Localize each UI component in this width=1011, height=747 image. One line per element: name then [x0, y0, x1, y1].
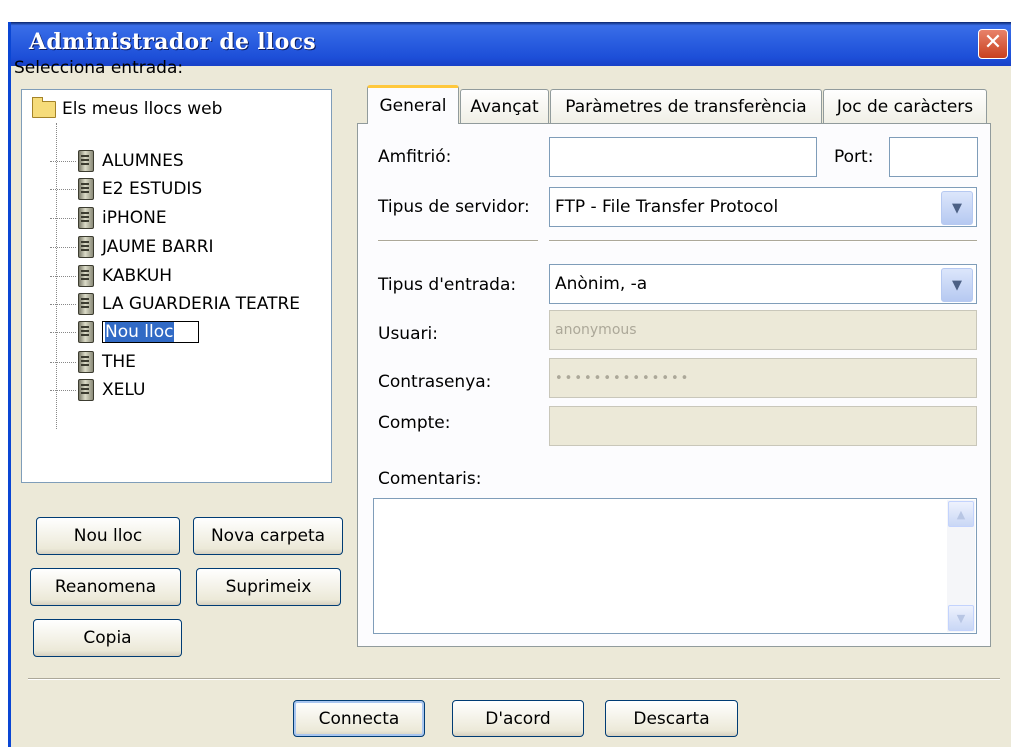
tab-charset[interactable]: Joc de caràcters	[823, 89, 987, 123]
password-label: Contrasenya:	[378, 372, 492, 392]
tree-item-e2-estudis[interactable]: E2 ESTUDIS	[50, 177, 202, 201]
tree-item-the[interactable]: THE	[50, 350, 136, 374]
account-label: Compte:	[378, 413, 451, 433]
tree-item-label: Nou lloc	[105, 322, 174, 342]
folder-open-icon	[32, 96, 56, 118]
chevron-down-icon[interactable]: ▼	[941, 268, 973, 302]
server-icon	[78, 207, 94, 229]
tree-item-la-guarderia-teatre[interactable]: LA GUARDERIA TEATRE	[50, 292, 300, 316]
server-icon	[78, 321, 94, 343]
cancel-button[interactable]: Descarta	[605, 700, 738, 737]
tree-item-kabkuh[interactable]: KABKUH	[50, 264, 172, 288]
server-type-value: FTP - File Transfer Protocol	[555, 197, 779, 217]
tree-item-label: ALUMNES	[102, 151, 184, 171]
tree-item-iphone[interactable]: iPHONE	[50, 206, 167, 230]
logon-type-select[interactable]: Anònim, -a ▼	[549, 264, 977, 304]
site-tree[interactable]: Els meus llocs web ALUMNES E2 ESTUDIS iP…	[21, 89, 332, 483]
comments-textarea[interactable]: ▲ ▼	[373, 498, 977, 634]
tree-item-alumnes[interactable]: ALUMNES	[50, 149, 184, 173]
new-site-button[interactable]: Nou lloc	[36, 517, 180, 555]
tree-item-label: iPHONE	[102, 208, 167, 228]
close-icon[interactable]: ✕	[978, 29, 1008, 59]
delete-button[interactable]: Suprimeix	[196, 568, 341, 606]
connect-button[interactable]: Connecta	[293, 700, 425, 737]
tree-item-nou-lloc[interactable]: Nou lloc	[50, 320, 199, 344]
tree-item-label: XELU	[102, 380, 146, 400]
tree-root-folder[interactable]: Els meus llocs web	[32, 96, 223, 120]
comments-label: Comentaris:	[378, 469, 482, 489]
server-icon	[78, 178, 94, 200]
divider	[549, 240, 977, 242]
port-label: Port:	[834, 147, 874, 167]
server-type-select[interactable]: FTP - File Transfer Protocol ▼	[549, 187, 977, 227]
rename-edit-box[interactable]: Nou lloc	[102, 321, 199, 343]
copy-button[interactable]: Copia	[33, 619, 182, 657]
tree-item-label: JAUME BARRI	[102, 237, 214, 257]
new-folder-button[interactable]: Nova carpeta	[193, 517, 343, 555]
tab-general[interactable]: General	[367, 85, 459, 124]
rename-button[interactable]: Reanomena	[30, 568, 181, 606]
tree-item-label: THE	[102, 352, 136, 372]
tab-transfer-settings[interactable]: Paràmetres de transferència	[550, 89, 822, 123]
server-icon	[78, 351, 94, 373]
tab-advanced[interactable]: Avançat	[460, 89, 549, 123]
comments-scrollbar[interactable]: ▲ ▼	[947, 500, 975, 632]
tree-item-label: E2 ESTUDIS	[102, 179, 203, 199]
tree-item-xelu[interactable]: XELU	[50, 378, 145, 402]
server-icon	[78, 265, 94, 287]
tree-item-jaume-barri[interactable]: JAUME BARRI	[50, 235, 214, 259]
scroll-down-icon[interactable]: ▼	[948, 605, 974, 631]
logon-type-value: Anònim, -a	[555, 274, 648, 294]
host-label: Amfitrió:	[378, 147, 452, 167]
user-label: Usuari:	[378, 324, 438, 344]
scroll-up-icon[interactable]: ▲	[948, 501, 974, 527]
select-entry-label: Selecciona entrada:	[14, 58, 184, 78]
chevron-down-icon[interactable]: ▼	[941, 191, 973, 225]
password-input[interactable]: ••••••••••••••	[549, 358, 977, 398]
window-title: Administrador de llocs	[29, 29, 316, 55]
user-input[interactable]: anonymous	[549, 310, 977, 350]
host-input[interactable]	[549, 137, 817, 177]
footer-divider	[28, 678, 1000, 680]
tree-item-label: KABKUH	[102, 266, 173, 286]
tree-root-label: Els meus llocs web	[62, 99, 223, 119]
port-input[interactable]	[889, 137, 978, 177]
tree-item-label: LA GUARDERIA TEATRE	[102, 294, 301, 314]
account-input[interactable]	[549, 406, 977, 446]
server-icon	[78, 379, 94, 401]
server-icon	[78, 293, 94, 315]
server-icon	[78, 150, 94, 172]
server-type-label: Tipus de servidor:	[378, 197, 530, 217]
divider	[378, 240, 538, 242]
logon-type-label: Tipus d'entrada:	[378, 275, 517, 295]
ok-button[interactable]: D'acord	[452, 700, 584, 737]
server-icon	[78, 236, 94, 258]
